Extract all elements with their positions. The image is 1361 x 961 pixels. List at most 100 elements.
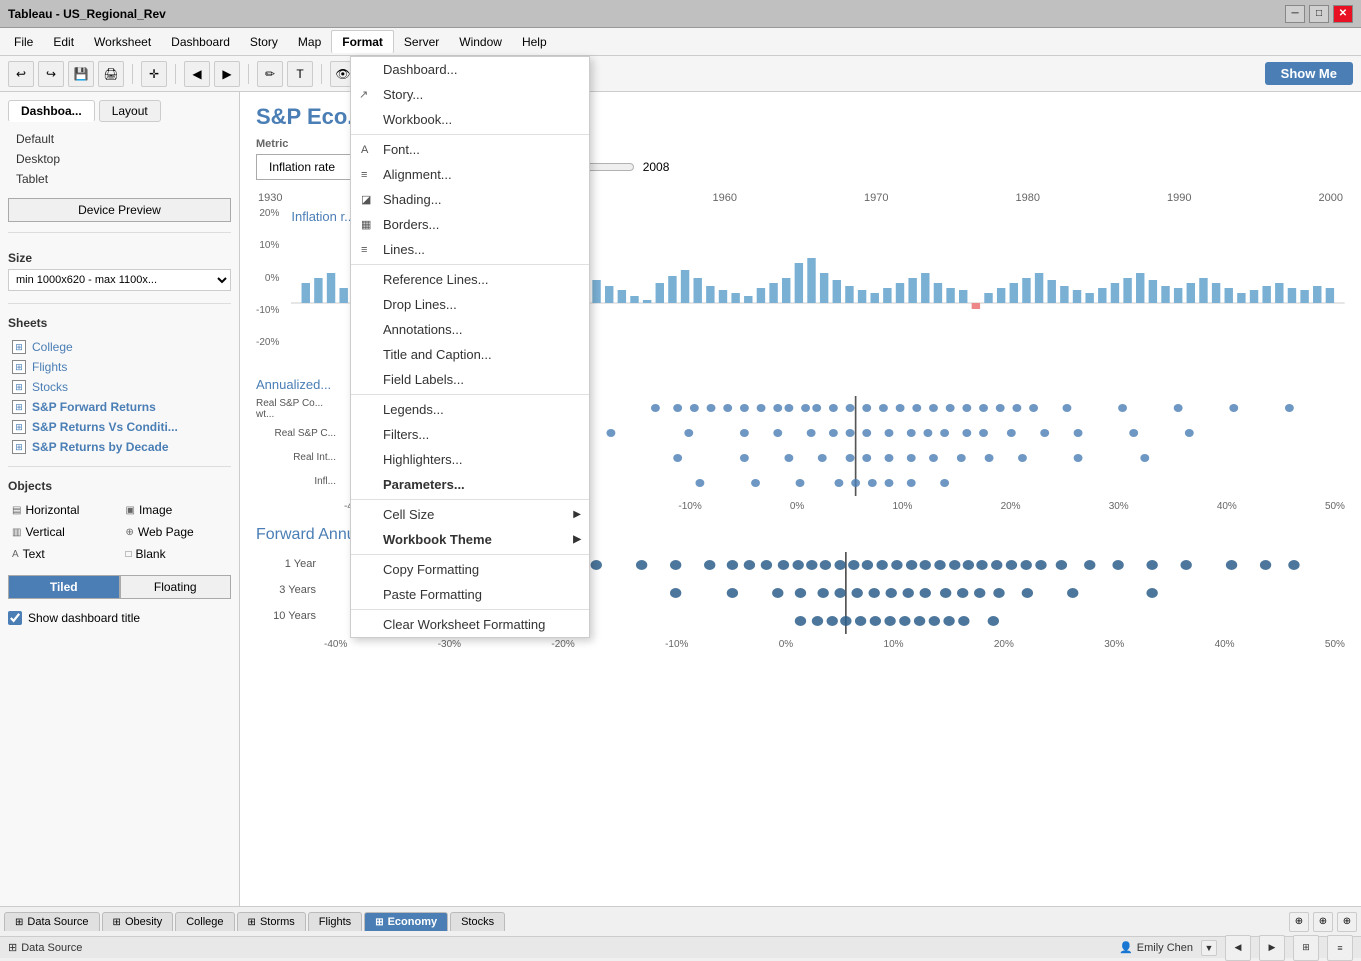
toolbar-pencil[interactable]: ✏	[257, 61, 283, 87]
menu-dashboard[interactable]: Dashboard	[161, 31, 240, 53]
dropdown-filters[interactable]: Filters...	[351, 422, 589, 447]
view-grid[interactable]: ⊞	[1293, 935, 1319, 961]
nav-prev[interactable]: ◀	[1225, 935, 1251, 961]
dropdown-lines[interactable]: ≡ Lines...	[351, 237, 589, 262]
year-1990: 1990	[1167, 192, 1191, 204]
panel-tab-layout[interactable]: Layout	[99, 100, 161, 122]
close-button[interactable]: ✕	[1333, 5, 1353, 23]
dropdown-reference-lines[interactable]: Reference Lines...	[351, 267, 589, 292]
menu-help[interactable]: Help	[512, 31, 557, 53]
toolbar-sep-1	[132, 64, 133, 84]
dropdown-story[interactable]: ↗ Story...	[351, 82, 589, 107]
dropdown-legends[interactable]: Legends...	[351, 397, 589, 422]
inflation-y-neg10: -10%	[256, 305, 279, 316]
tab-duplicate-button[interactable]: ⊕	[1313, 912, 1333, 932]
object-vertical[interactable]: ▥ Vertical	[8, 523, 118, 541]
panel-tab-dashboard[interactable]: Dashboa...	[8, 100, 95, 122]
object-webpage-label: Web Page	[138, 525, 194, 539]
dropdown-copy-formatting[interactable]: Copy Formatting	[351, 557, 589, 582]
dropdown-legends-label: Legends...	[383, 402, 444, 417]
tab-add-button[interactable]: ⊕	[1289, 912, 1309, 932]
menu-server[interactable]: Server	[394, 31, 449, 53]
maximize-button[interactable]: □	[1309, 5, 1329, 23]
tab-options-button[interactable]: ⊕	[1337, 912, 1357, 932]
menu-map[interactable]: Map	[288, 31, 331, 53]
object-text[interactable]: A Text	[8, 545, 118, 563]
tab-flights[interactable]: Flights	[308, 912, 362, 931]
device-preview-button[interactable]: Device Preview	[8, 198, 231, 222]
dropdown-annotations[interactable]: Annotations...	[351, 317, 589, 342]
dropdown-story-label: Story...	[383, 87, 423, 102]
sheet-sp-vs[interactable]: ⊞ S&P Returns Vs Conditi...	[8, 418, 231, 436]
toolbar-back[interactable]: ◀	[184, 61, 210, 87]
toolbar-save[interactable]: 💾	[68, 61, 94, 87]
year-1960: 1960	[713, 192, 737, 204]
dropdown-workbook[interactable]: Workbook...	[351, 107, 589, 132]
object-horizontal[interactable]: ▤ Horizontal	[8, 501, 118, 519]
menu-story[interactable]: Story	[240, 31, 288, 53]
dropdown-highlighters[interactable]: Highlighters...	[351, 447, 589, 472]
tab-datasource[interactable]: ⊞ Data Source	[4, 912, 100, 931]
layout-default[interactable]: Default	[8, 130, 231, 148]
menu-file[interactable]: File	[4, 31, 43, 53]
size-select[interactable]: min 1000x620 - max 1100x...	[8, 269, 231, 291]
dropdown-paste-formatting[interactable]: Paste Formatting	[351, 582, 589, 607]
dropdown-borders[interactable]: ▦ Borders...	[351, 212, 589, 237]
show-me-button[interactable]: Show Me	[1265, 62, 1353, 85]
object-webpage[interactable]: ⊕ Web Page	[122, 523, 232, 541]
dropdown-parameters[interactable]: Parameters...	[351, 472, 589, 497]
alignment-icon: ≡	[361, 169, 367, 181]
toolbar-print[interactable]: 🖨	[98, 61, 124, 87]
tab-stocks[interactable]: Stocks	[450, 912, 505, 931]
shading-icon: ◪	[361, 193, 371, 206]
sheet-sp-decade[interactable]: ⊞ S&P Returns by Decade	[8, 438, 231, 456]
sheet-sp-forward[interactable]: ⊞ S&P Forward Returns	[8, 398, 231, 416]
dropdown-annotations-label: Annotations...	[383, 322, 463, 337]
sheet-flights[interactable]: ⊞ Flights	[8, 358, 231, 376]
menu-edit[interactable]: Edit	[43, 31, 84, 53]
tab-college[interactable]: College	[175, 912, 234, 931]
status-datasource-icon: ⊞	[8, 941, 17, 954]
menu-window[interactable]: Window	[449, 31, 512, 53]
tiled-button[interactable]: Tiled	[8, 575, 120, 599]
minimize-button[interactable]: ─	[1285, 5, 1305, 23]
object-blank-label: Blank	[136, 547, 166, 561]
toolbar-forward[interactable]: ▶	[214, 61, 240, 87]
dropdown-clear-formatting[interactable]: Clear Worksheet Formatting	[351, 612, 589, 637]
layout-tablet[interactable]: Tablet	[8, 170, 231, 188]
toolbar-redo[interactable]: ↪	[38, 61, 64, 87]
toolbar-sep-3	[248, 64, 249, 84]
sheet-stocks[interactable]: ⊞ Stocks	[8, 378, 231, 396]
dropdown-dashboard[interactable]: Dashboard...	[351, 57, 589, 82]
menu-worksheet[interactable]: Worksheet	[84, 31, 161, 53]
object-image[interactable]: ▣ Image	[122, 501, 232, 519]
nav-next[interactable]: ▶	[1259, 935, 1285, 961]
dropdown-title-caption[interactable]: Title and Caption...	[351, 342, 589, 367]
toolbar-undo[interactable]: ↩	[8, 61, 34, 87]
view-list[interactable]: ≡	[1327, 935, 1353, 961]
dropdown-alignment[interactable]: ≡ Alignment...	[351, 162, 589, 187]
dropdown-sep-2	[351, 264, 589, 265]
floating-button[interactable]: Floating	[120, 575, 232, 599]
dropdown-workbook-theme[interactable]: Workbook Theme	[351, 527, 589, 552]
sheet-college[interactable]: ⊞ College	[8, 338, 231, 356]
layout-desktop[interactable]: Desktop	[8, 150, 231, 168]
show-title-checkbox[interactable]	[8, 611, 22, 625]
tab-economy[interactable]: ⊞ Economy	[364, 912, 448, 931]
object-horizontal-label: Horizontal	[25, 503, 79, 517]
ann-label-3: Real Int...	[256, 446, 336, 468]
toolbar: ↩ ↪ 💾 🖨 ✛ ◀ ▶ ✏ T 👁 Show Me	[0, 56, 1361, 92]
dropdown-shading[interactable]: ◪ Shading...	[351, 187, 589, 212]
dropdown-drop-lines[interactable]: Drop Lines...	[351, 292, 589, 317]
toolbar-crosshair[interactable]: ✛	[141, 61, 167, 87]
tab-obesity[interactable]: ⊞ Obesity	[102, 912, 174, 931]
dropdown-font[interactable]: A Font...	[351, 137, 589, 162]
toolbar-format[interactable]: T	[287, 61, 313, 87]
dropdown-field-labels[interactable]: Field Labels...	[351, 367, 589, 392]
object-blank[interactable]: □ Blank	[122, 545, 232, 563]
tab-storms[interactable]: ⊞ Storms	[237, 912, 306, 931]
layout-options: Default Desktop Tablet	[8, 130, 231, 188]
menu-format[interactable]: Format	[331, 30, 394, 53]
user-dropdown[interactable]: ▼	[1201, 940, 1217, 956]
dropdown-cell-size[interactable]: Cell Size	[351, 502, 589, 527]
